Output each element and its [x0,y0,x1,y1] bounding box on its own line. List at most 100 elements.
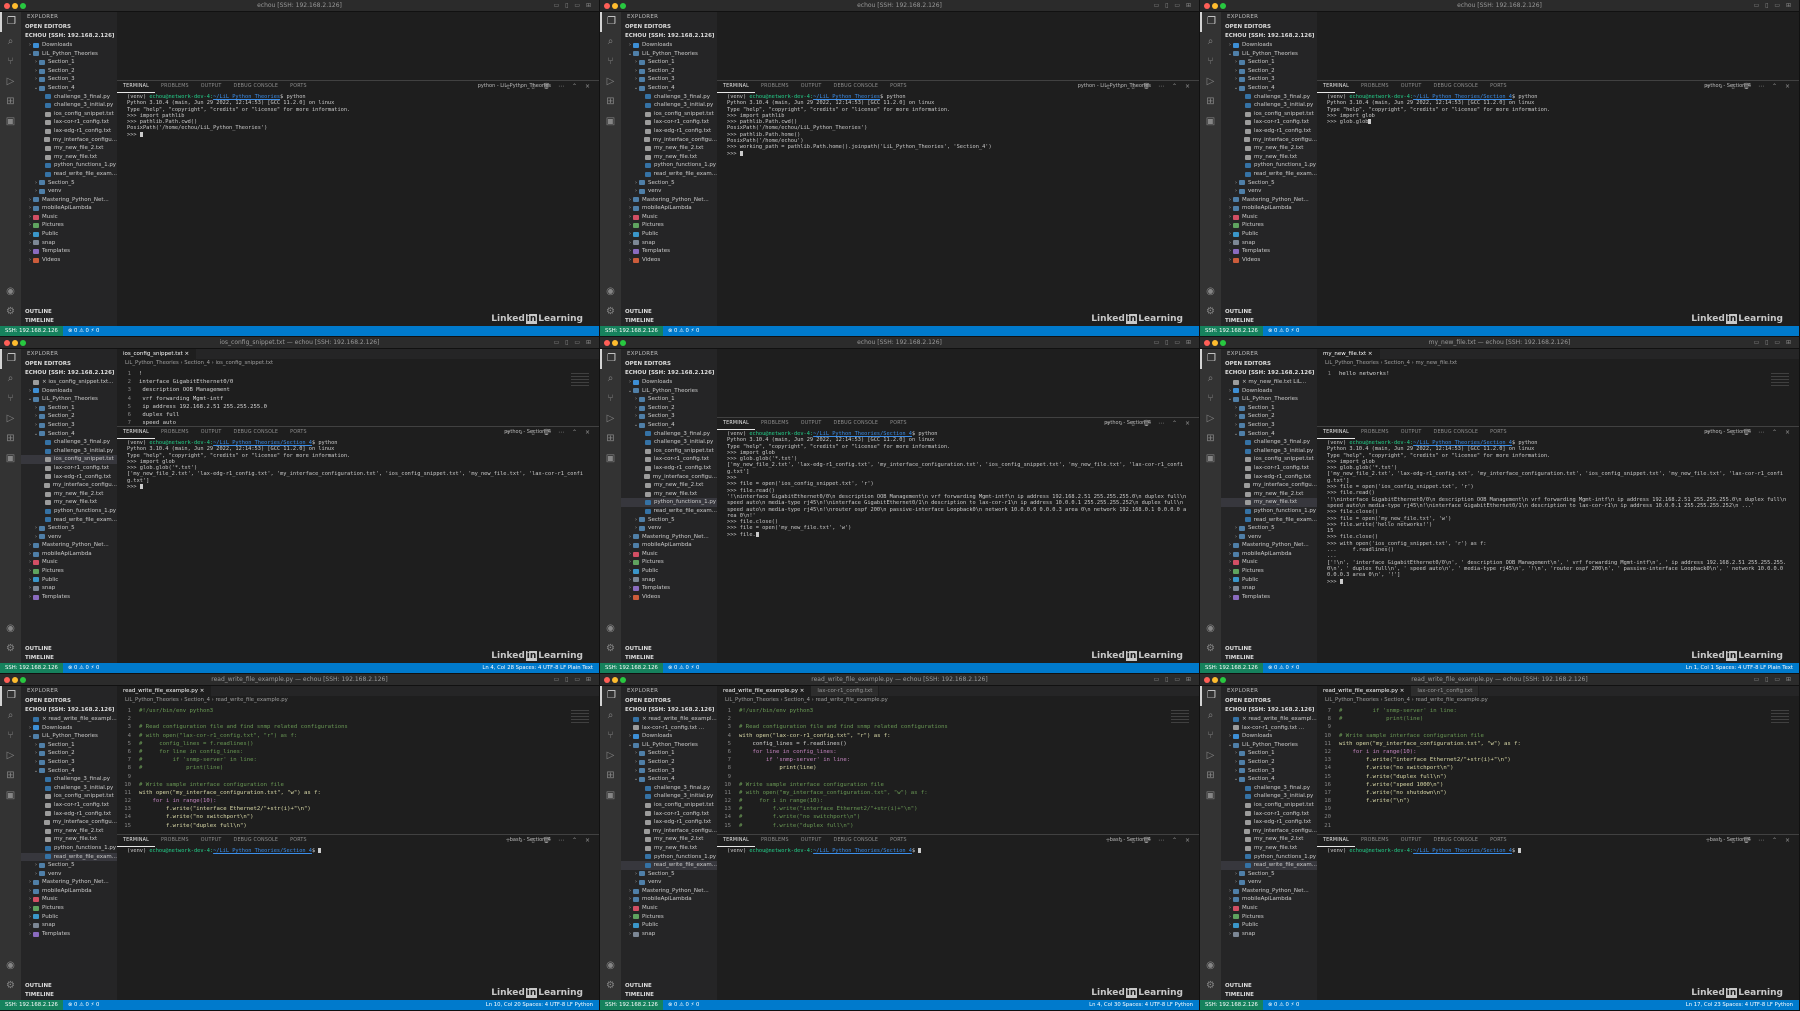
panel-tab-output[interactable]: OUTPUT [795,835,828,846]
search-icon[interactable]: ⌕ [1200,706,1221,726]
explorer-item[interactable]: › Videos [1221,256,1317,265]
explorer-item[interactable]: › Templates [21,930,117,939]
gear-icon[interactable]: ⚙ [0,976,21,996]
explorer-item[interactable]: challenge_3_initial.py [21,784,117,793]
minimap[interactable] [1771,373,1789,387]
explorer-item[interactable]: python_functions_1.py [21,161,117,170]
accounts-icon[interactable]: ◉ [600,956,621,976]
explorer-item[interactable]: python_functions_1.py [1221,507,1317,516]
panel-tab-terminal[interactable]: TERMINAL [717,418,755,430]
panel-tab-problems[interactable]: PROBLEMS [755,81,795,92]
search-icon[interactable]: ⌕ [600,706,621,726]
terminal-output[interactable]: (venv) echou@network-dev-4:~/LiL_Python_… [717,429,1199,538]
explorer-item[interactable]: › Section_3 [621,75,717,84]
explorer-item[interactable]: my_new_file_2.txt [621,481,717,490]
explorer-item[interactable]: › snap [21,239,117,248]
explorer-item[interactable]: › mobileApiLambda [1221,895,1317,904]
explorer-item[interactable]: › Mastering_Python_Net... [1221,887,1317,896]
explorer-item[interactable]: lax-edg-r1_config.txt [621,818,717,827]
outline-section[interactable]: OUTLINE [21,982,117,991]
explorer-item[interactable]: ios_config_snippet.txt [1221,455,1317,464]
explorer-item[interactable]: ⌄ Section_4 [621,421,717,430]
explorer-item[interactable]: › Mastering_Python_Net... [621,533,717,542]
explorer-item[interactable]: ios_config_snippet.txt [1221,801,1317,810]
explorer-item[interactable]: › Section_2 [1221,758,1317,767]
explorer-item[interactable]: my_new_file_2.txt [1221,144,1317,153]
search-icon[interactable]: ⌕ [0,369,21,389]
explorer-item[interactable]: › Templates [21,593,117,602]
panel-controls[interactable]: + ⌄ ▯ 🗑 ⋯ ⌃ × [506,427,593,438]
explorer-item[interactable]: › mobileApiLambda [621,541,717,550]
explorer-item[interactable]: ⌄ Section_4 [1221,430,1317,439]
explorer-item[interactable]: lax-cor-r1_config.txt ... [621,724,717,733]
explorer-item[interactable]: ios_config_snippet.txt [21,110,117,119]
extensions-icon[interactable]: ⊞ [0,92,21,112]
code-editor[interactable]: 1 #!/usr/bin/env python3 2 3 # Read configur… [717,705,1199,830]
explorer-item[interactable]: › snap [1221,239,1317,248]
panel-controls[interactable]: + ⌄ ▯ 🗑 ⋯ ⌃ × [1706,81,1793,92]
explorer-item[interactable]: my_interface_configu... [21,136,117,145]
explorer-item[interactable]: › Pictures [1221,913,1317,922]
explorer-item[interactable]: › Section_2 [1221,67,1317,76]
panel-tab-debug-console[interactable]: DEBUG CONSOLE [1428,835,1485,846]
breadcrumb[interactable]: LiL_Python_Theories › Section_4 › read_w… [117,696,599,705]
panel-tab-output[interactable]: OUTPUT [195,427,228,438]
explorer-item[interactable]: my_new_file_2.txt [1221,835,1317,844]
explorer-item[interactable]: ios_config_snippet.txt [1221,110,1317,119]
remote-indicator[interactable]: SSH: 192.168.2.126 [1200,326,1263,336]
panel-tab-output[interactable]: OUTPUT [1395,81,1428,92]
code-editor[interactable]: 1! 2 interface GigabitEthernet0/0 3 descrip… [117,368,599,427]
source-control-icon[interactable]: ⑂ [1200,52,1221,72]
explorer-item[interactable]: › Section_3 [21,421,117,430]
explorer-item[interactable]: › Music [1221,213,1317,222]
editor-status[interactable]: Ln 10, Col 20 Spaces: 4 UTF-8 LF Python [486,1000,593,1010]
open-editors-section[interactable]: OPEN EDITORS [1221,23,1317,32]
terminal-output[interactable]: (venv) echou@network-dev-4:~/LiL_Python_… [717,846,1199,854]
explorer-item[interactable]: challenge_3_initial.py [621,792,717,801]
outline-section[interactable]: OUTLINE [1221,982,1317,991]
explorer-item[interactable]: challenge_3_final.py [21,438,117,447]
explorer-item[interactable]: › Section_1 [1221,749,1317,758]
explorer-item[interactable]: read_write_file_exam... [621,170,717,179]
explorer-item[interactable]: lax-edg-r1_config.txt [621,464,717,473]
explorer-item[interactable]: ios_config_snippet.txt [21,455,117,464]
explorer-item[interactable]: lax-cor-r1_config.txt [21,464,117,473]
extensions-icon[interactable]: ⊞ [600,429,621,449]
panel-tab-terminal[interactable]: TERMINAL [717,835,755,847]
explorer-item[interactable]: my_new_file.txt [1221,153,1317,162]
explorer-item[interactable]: › Section_2 [21,412,117,421]
panel-tab-ports[interactable]: PORTS [884,81,913,92]
breadcrumb[interactable]: LiL_Python_Theories › Section_4 › my_new… [1317,359,1799,368]
explorer-item[interactable]: ⌄ Section_4 [21,767,117,776]
run-debug-icon[interactable]: ▷ [600,409,621,429]
explorer-item[interactable]: challenge_3_final.py [21,775,117,784]
explorer-item[interactable]: › venv [1221,187,1317,196]
explorer-item[interactable]: ⌄ LiL_Python_Theories [1221,741,1317,750]
explorer-item[interactable]: lax-cor-r1_config.txt [21,118,117,127]
run-debug-icon[interactable]: ▷ [0,746,21,766]
outline-section[interactable]: OUTLINE [21,645,117,654]
problems-indicator[interactable]: ⊗ 0 ⚠ 0 ⚡ 0 [1263,1000,1299,1010]
panel-tab-terminal[interactable]: TERMINAL [117,427,155,439]
files-icon[interactable]: ❐ [600,12,621,32]
panel-tab-terminal[interactable]: TERMINAL [717,81,755,93]
explorer-item[interactable]: › Public [1221,921,1317,930]
code-editor[interactable]: 7 # if 'snmp-server' in line: 8 # print(lin… [1317,705,1799,830]
explorer-item[interactable]: › Mastering_Python_Net... [21,196,117,205]
panel-tab-ports[interactable]: PORTS [1484,427,1513,438]
explorer-item[interactable]: › Downloads [21,724,117,733]
explorer-item[interactable]: › Templates [1221,247,1317,256]
open-editors-section[interactable]: OPEN EDITORS [21,697,117,706]
layout-controls[interactable]: ▭ ▯ ▭ ⊞ [1754,339,1793,346]
panel-tab-output[interactable]: OUTPUT [195,835,228,846]
explorer-item[interactable]: › Mastering_Python_Net... [1221,541,1317,550]
breadcrumb[interactable]: LiL_Python_Theories › Section_4 › read_w… [1317,696,1799,705]
panel-tab-ports[interactable]: PORTS [284,835,313,846]
panel-tab-debug-console[interactable]: DEBUG CONSOLE [1428,81,1485,92]
remote-explorer-icon[interactable]: ▣ [1200,449,1221,469]
remote-explorer-icon[interactable]: ▣ [1200,112,1221,132]
terminal-output[interactable]: (venv) echou@network-dev-4:~/LiL_Python_… [117,92,599,138]
explorer-item[interactable]: my_new_file.txt [621,490,717,499]
files-icon[interactable]: ❐ [600,686,621,706]
panel-tab-output[interactable]: OUTPUT [1395,835,1428,846]
